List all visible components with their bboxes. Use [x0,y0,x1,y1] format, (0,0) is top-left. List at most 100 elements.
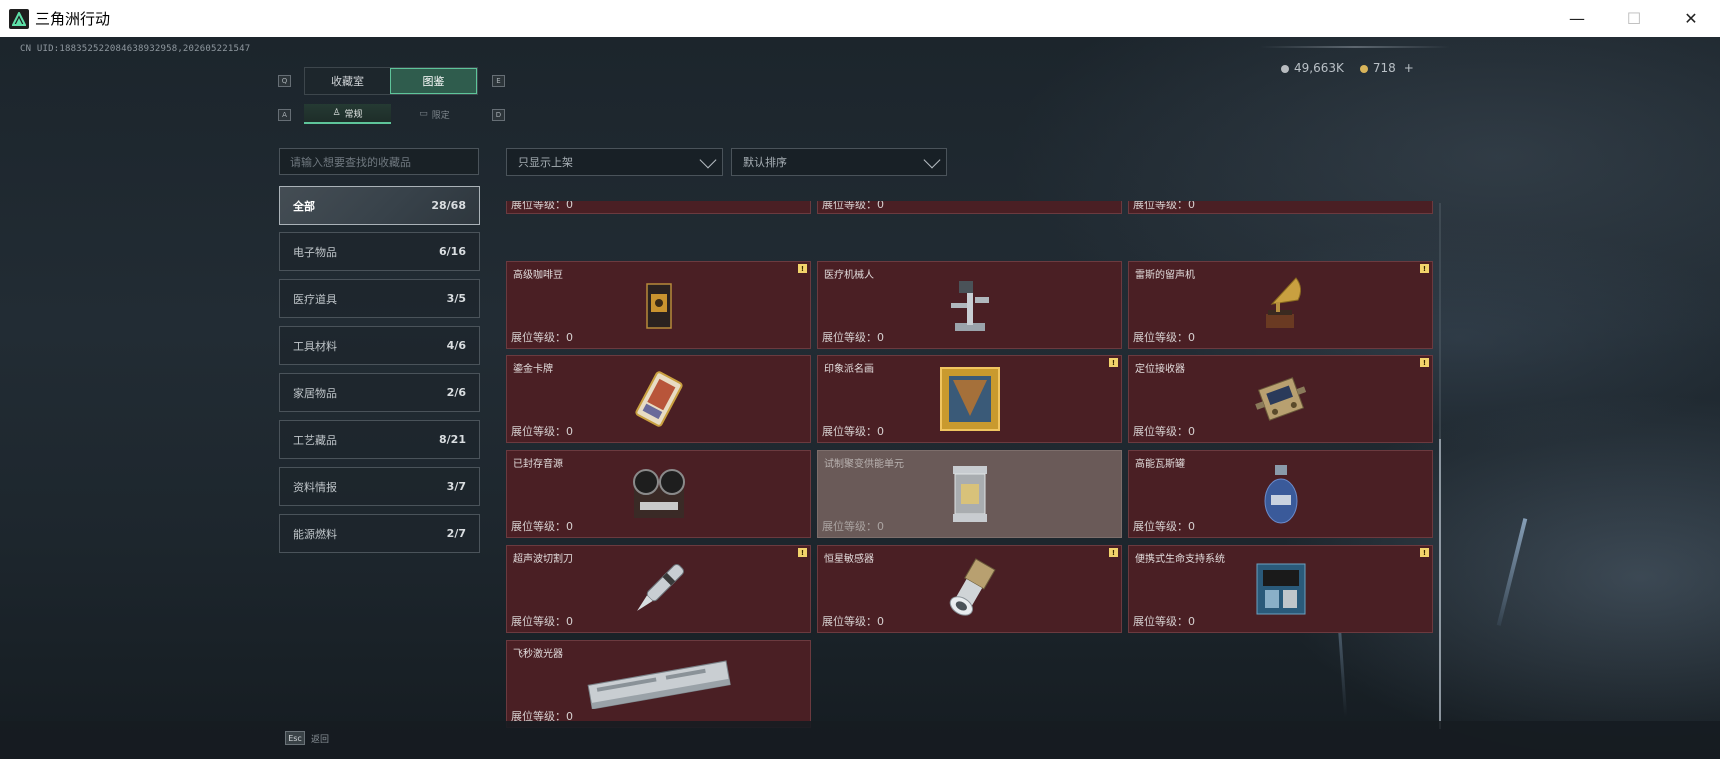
category-label: 电子物品 [293,245,337,259]
gramophone-icon [1265,277,1301,328]
tab-catalog[interactable]: 图鉴 [390,68,477,94]
back-label: 返回 [311,735,330,745]
collection-card[interactable]: 飞秒激光器 展位等级：0 [506,640,811,728]
booth-level: 展位等级：0 [511,520,573,533]
collection-card[interactable]: 定位接收器 ! 展位等级：0 [1128,355,1433,443]
booth-level: 展位等级：0 [1133,201,1195,211]
tab-limited[interactable]: ▭ 限定 [391,104,478,124]
tape-recorder-icon [632,469,685,518]
collection-card[interactable]: 超声波切割刀 ! 展位等级：0 [506,545,811,633]
regular-icon: ♙ [332,108,341,118]
collection-card[interactable]: 展位等级：0 [506,201,811,214]
category-crafts[interactable]: 工艺藏品 8/21 [279,420,480,459]
silver-amount: 49,663K [1294,61,1344,75]
item-name: 飞秒激光器 [513,649,563,660]
close-button[interactable]: ✕ [1662,0,1720,37]
category-label: 家居物品 [293,386,337,400]
chevron-down-icon [699,151,717,169]
item-name: 便携式生命支持系统 [1135,554,1225,565]
category-intel[interactable]: 资料情报 3/7 [279,467,480,506]
gas-tank-icon [1264,465,1297,524]
category-label: 资料情报 [293,480,337,494]
category-tools[interactable]: 工具材料 4/6 [279,326,480,365]
collection-card[interactable]: 印象派名画 ! 展位等级：0 [817,355,1122,443]
app-logo-icon [9,8,29,29]
booth-level: 展位等级：0 [1133,520,1195,533]
currency-display: 49,663K 718 + [1281,61,1414,75]
collection-card[interactable]: 已封存音源 展位等级：0 [506,450,811,538]
hotkey-e: E [492,75,505,87]
alert-badge: ! [798,264,807,273]
alert-badge: ! [1420,264,1429,273]
esc-key-button[interactable]: Esc [285,731,305,745]
hud-divider [1260,46,1450,48]
chevron-down-icon [923,151,941,169]
category-label: 工具材料 [293,339,337,353]
category-count: 3/7 [446,480,466,493]
femtosecond-laser-icon [587,660,731,709]
gilded-card-icon [634,371,683,427]
collection-card[interactable]: 医疗机械人 展位等级：0 [817,261,1122,349]
sort-label: 默认排序 [743,156,787,169]
collection-card[interactable]: 便携式生命支持系统 ! 展位等级：0 [1128,545,1433,633]
show-filter-dropdown[interactable]: 只显示上架 [506,148,723,176]
search-input[interactable]: 请输入想要查找的收藏品 [279,148,479,175]
tab-regular[interactable]: ♙ 常规 [304,104,391,124]
locator-receiver-icon [1254,377,1306,421]
fusion-unit-icon [952,466,987,522]
category-all[interactable]: 全部 28/68 [279,186,480,225]
collection-card[interactable]: 展位等级：0 [1128,201,1433,214]
item-name: 印象派名画 [824,364,874,375]
grid-scrollbar-thumb[interactable] [1439,439,1441,729]
category-label: 医疗道具 [293,292,337,306]
category-label: 能源燃料 [293,527,337,541]
item-name: 已封存音源 [513,459,563,470]
game-viewport: CN UID:188352522084638932958,20260522154… [0,37,1720,759]
show-filter-label: 只显示上架 [518,156,573,169]
alert-badge: ! [1420,548,1429,557]
tab-limited-label: 限定 [431,110,450,121]
limited-icon: ▭ [419,109,428,119]
gold-amount: 718 [1372,61,1396,75]
booth-level: 展位等级：0 [822,331,884,344]
collection-card[interactable]: 雷斯的留声机 ! 展位等级：0 [1128,261,1433,349]
item-name: 高级咖啡豆 [513,270,563,281]
item-name: 定位接收器 [1135,364,1185,375]
add-currency-button[interactable]: + [1404,61,1414,75]
collection-card[interactable]: 恒星敏感器 ! 展位等级：0 [817,545,1122,633]
lightning-decoration [1496,518,1528,626]
category-label: 工艺藏品 [293,433,337,447]
life-support-icon [1256,563,1305,615]
category-energy[interactable]: 能源燃料 2/7 [279,514,480,553]
gold-coin-icon [1359,65,1368,73]
booth-level: 展位等级：0 [511,425,573,438]
hotkey-d: D [492,109,505,121]
category-count: 4/6 [446,339,466,352]
collection-card[interactable]: 鎏金卡牌 展位等级：0 [506,355,811,443]
collection-card[interactable]: 高能瓦斯罐 展位等级：0 [1128,450,1433,538]
category-count: 3/5 [446,292,466,305]
category-count: 6/16 [439,245,466,258]
category-medical[interactable]: 医疗道具 3/5 [279,279,480,318]
sort-dropdown[interactable]: 默认排序 [731,148,947,176]
gold-currency: 718 [1359,61,1396,75]
booth-level: 展位等级：0 [511,331,573,344]
booth-level: 展位等级：0 [511,201,573,211]
tab-collection-room[interactable]: 收藏室 [305,68,390,94]
star-sensor-icon [949,558,996,616]
maximize-button[interactable]: ☐ [1605,0,1663,37]
tab-regular-label: 常规 [344,109,363,120]
minimize-button[interactable]: — [1548,0,1606,37]
booth-level: 展位等级：0 [822,201,884,211]
category-count: 2/7 [446,527,466,540]
category-household[interactable]: 家居物品 2/6 [279,373,480,412]
booth-level: 展位等级：0 [822,425,884,438]
collection-card[interactable]: 展位等级：0 [817,201,1122,214]
bottom-bar [0,721,1720,759]
category-electronics[interactable]: 电子物品 6/16 [279,232,480,271]
collection-card[interactable]: 高级咖啡豆 ! 展位等级：0 [506,261,811,349]
category-count: 28/68 [431,199,466,212]
item-name: 恒星敏感器 [824,554,874,565]
alert-badge: ! [798,548,807,557]
collection-card[interactable]: 试制聚变供能单元 展位等级：0 [817,450,1122,538]
